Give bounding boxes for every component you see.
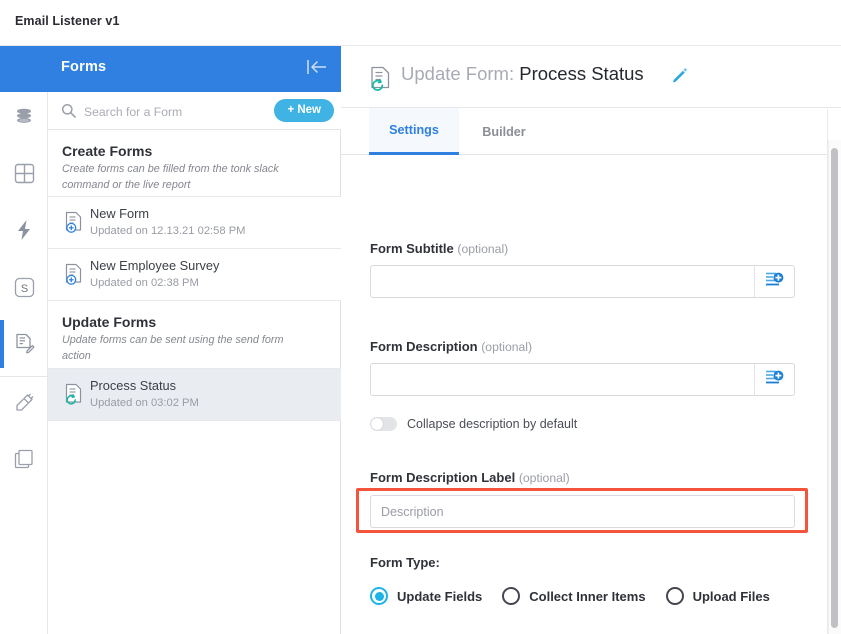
forms-group-header: Update Forms Update forms can be sent us… xyxy=(48,301,341,367)
tab-bar: Settings Builder xyxy=(341,108,841,155)
form-description-label-optional: (optional) xyxy=(519,471,570,485)
app-title: Email Listener v1 xyxy=(15,14,120,28)
page-title-name: Process Status xyxy=(519,63,643,84)
sidebar-item-automations[interactable] xyxy=(0,206,48,254)
collapse-panel-button[interactable] xyxy=(303,57,331,81)
forms-search-row: + New xyxy=(48,92,341,130)
new-form-button[interactable]: + New xyxy=(274,99,334,122)
form-update-icon xyxy=(64,383,84,411)
list-item-meta: Updated on 03:02 PM xyxy=(90,397,199,409)
forms-group-subtitle: Update forms can be sent using the send … xyxy=(62,333,327,364)
search-icon xyxy=(61,103,76,123)
pencil-icon[interactable] xyxy=(671,68,688,90)
tab-settings[interactable]: Settings xyxy=(369,108,459,155)
radio-update-fields[interactable]: Update Fields xyxy=(370,587,482,605)
collapse-description-toggle-label: Collapse description by default xyxy=(407,417,577,431)
page-title: Update Form: Process Status xyxy=(401,63,644,85)
radio-mark-icon xyxy=(502,587,520,605)
form-description-label-label: Form Description Label (optional) xyxy=(370,470,570,485)
svg-text:S: S xyxy=(20,283,27,295)
radio-mark-icon xyxy=(370,587,388,605)
forms-panel-title: Forms xyxy=(61,59,106,75)
rail-top-accent xyxy=(0,46,48,92)
form-description-label-field[interactable] xyxy=(370,495,795,528)
forms-group-create: Create Forms Create forms can be filled … xyxy=(48,130,341,197)
layers-icon xyxy=(14,449,35,470)
forms-panel: Forms + New Create Forms Crea xyxy=(48,46,341,634)
insert-variable-button-subtitle[interactable] xyxy=(754,266,794,297)
forms-group-subtitle: Create forms can be filled from the tonk… xyxy=(62,162,327,193)
toggle-knob xyxy=(371,418,383,430)
list-item[interactable]: New Form Updated on 12.13.21 02:58 PM xyxy=(48,197,341,249)
list-item-title: Process Status xyxy=(90,378,176,393)
board-icon xyxy=(14,163,35,184)
forms-group-title: Update Forms xyxy=(62,314,327,330)
sidebar-item-slack[interactable]: S xyxy=(0,263,48,311)
form-type-label: Form Type: xyxy=(370,555,440,570)
insert-variable-icon xyxy=(765,369,784,391)
list-item[interactable]: Process Status Updated on 03:02 PM xyxy=(48,369,341,421)
form-add-icon xyxy=(64,211,84,239)
form-description-label-label-text: Form Description Label xyxy=(370,470,515,485)
settings-content: Form Subtitle (optional) xyxy=(341,155,841,634)
form-description-field[interactable] xyxy=(370,363,795,396)
form-description-input[interactable] xyxy=(371,364,754,395)
insert-variable-button-description[interactable] xyxy=(754,364,794,395)
search-input[interactable] xyxy=(82,102,282,122)
list-item-title: New Form xyxy=(90,206,149,221)
main-panel: Update Form: Process Status Settings Bui… xyxy=(341,46,841,634)
forms-group-title: Create Forms xyxy=(62,143,327,159)
page-title-prefix: Update Form: xyxy=(401,63,514,84)
form-subtitle-optional: (optional) xyxy=(457,242,508,256)
form-description-label-text: Form Description xyxy=(370,339,478,354)
radio-collect-inner-items[interactable]: Collect Inner Items xyxy=(502,587,645,605)
radio-upload-files[interactable]: Upload Files xyxy=(666,587,770,605)
form-update-icon xyxy=(369,66,393,97)
form-header: Update Form: Process Status xyxy=(341,46,841,108)
insert-variable-icon xyxy=(765,271,784,293)
forms-panel-header: Forms xyxy=(48,46,341,92)
form-description-label: Form Description (optional) xyxy=(370,339,532,354)
radio-mark-icon xyxy=(666,587,684,605)
rail-divider xyxy=(0,376,48,377)
form-subtitle-label-text: Form Subtitle xyxy=(370,241,454,256)
list-item-title: New Employee Survey xyxy=(90,258,219,273)
sidebar-item-board[interactable] xyxy=(0,149,48,197)
sidebar-item-data[interactable] xyxy=(0,92,48,140)
form-subtitle-input[interactable] xyxy=(371,266,754,297)
radio-collect-inner-items-label: Collect Inner Items xyxy=(529,589,645,604)
content-scrollbar-thumb[interactable] xyxy=(831,148,838,628)
collapse-description-toggle[interactable] xyxy=(370,417,397,431)
plug-icon xyxy=(14,392,35,413)
tab-builder[interactable]: Builder xyxy=(459,108,549,155)
sidebar-item-forms[interactable] xyxy=(0,320,48,368)
slack-s-icon: S xyxy=(14,277,35,298)
left-icon-rail: S xyxy=(0,46,48,634)
collapse-left-icon xyxy=(306,58,328,81)
collapse-description-toggle-row[interactable]: Collapse description by default xyxy=(370,417,577,431)
form-type-radio-group: Update Fields Collect Inner Items Upload… xyxy=(370,587,790,605)
form-add-icon xyxy=(64,263,84,291)
sidebar-item-integrations[interactable] xyxy=(0,378,48,426)
list-item[interactable]: New Employee Survey Updated on 02:38 PM xyxy=(48,249,341,301)
list-item-meta: Updated on 12.13.21 02:58 PM xyxy=(90,225,246,237)
forms-group-update: Update Forms Update forms can be sent us… xyxy=(48,301,341,368)
database-icon xyxy=(14,106,34,126)
list-item-meta: Updated on 02:38 PM xyxy=(90,277,199,289)
form-edit-icon xyxy=(14,333,35,355)
sidebar-item-duplicates[interactable] xyxy=(0,435,48,483)
forms-group-header: Create Forms Create forms can be filled … xyxy=(48,130,341,196)
form-subtitle-field[interactable] xyxy=(370,265,795,298)
form-subtitle-label: Form Subtitle (optional) xyxy=(370,241,508,256)
lightning-icon xyxy=(14,219,34,241)
form-description-optional: (optional) xyxy=(481,340,532,354)
form-description-label-input[interactable] xyxy=(371,496,794,527)
radio-upload-files-label: Upload Files xyxy=(693,589,770,604)
top-app-bar: Email Listener v1 xyxy=(0,0,841,46)
radio-update-fields-label: Update Fields xyxy=(397,589,482,604)
